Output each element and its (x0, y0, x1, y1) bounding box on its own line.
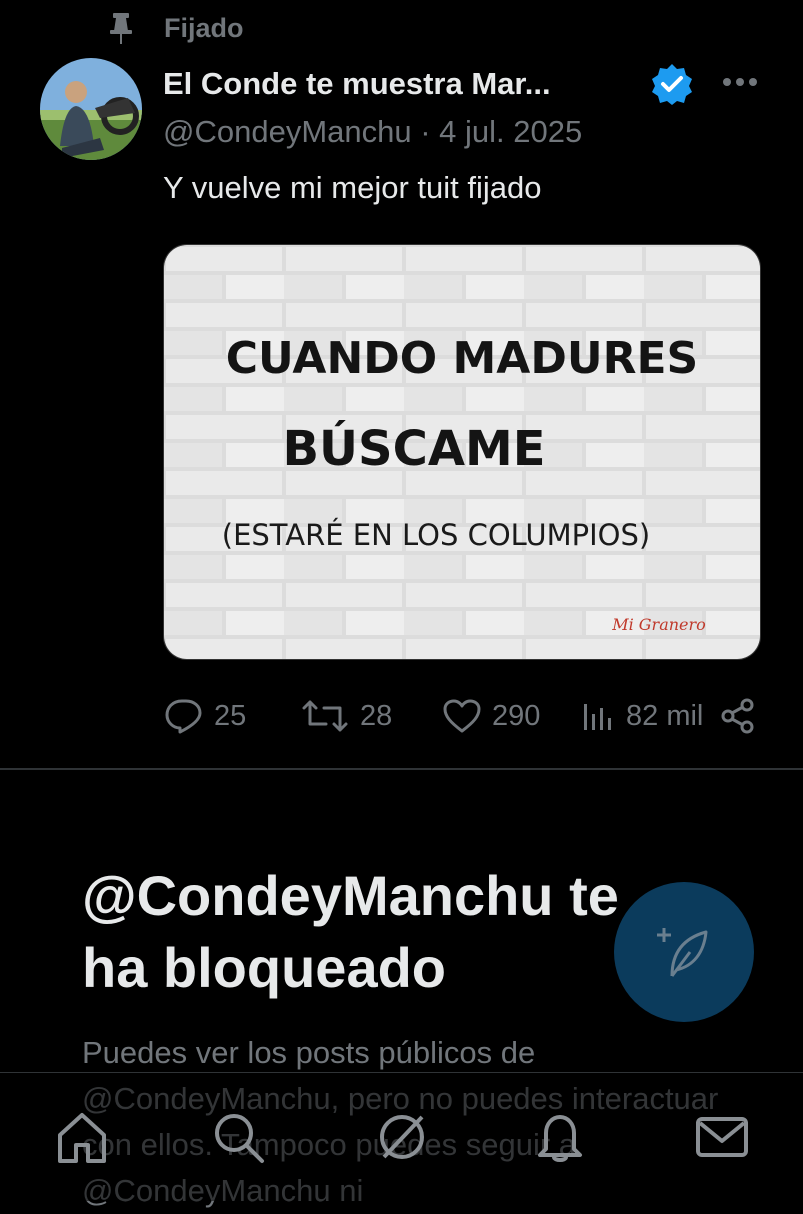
messages-icon[interactable] (692, 1107, 752, 1167)
views-icon (584, 704, 611, 730)
divider (0, 768, 803, 770)
tweet-text: Y vuelve mi mejor tuit fijado (163, 170, 542, 205)
like-count: 290 (492, 699, 541, 732)
media-line-1: CUANDO MADURES (226, 333, 699, 384)
repost-count: 28 (360, 699, 393, 732)
heart-icon (443, 699, 481, 733)
media-line-2: BÚSCAME (282, 420, 545, 477)
media-line-3: (ESTARÉ EN LOS COLUMPIOS) (222, 518, 650, 552)
notifications-icon[interactable] (530, 1107, 590, 1167)
pin-icon (106, 10, 136, 46)
author-avatar[interactable] (40, 58, 142, 160)
pinned-label: Fijado (164, 13, 244, 43)
author-name[interactable]: El Conde te muestra Mar... (163, 66, 551, 102)
views-count: 82 mil (626, 699, 704, 732)
repost-icon (302, 700, 348, 732)
search-icon[interactable] (208, 1107, 268, 1167)
reply-button[interactable]: 25 (164, 690, 246, 742)
media-signature: Mi Granero (611, 615, 706, 634)
compose-feather-icon (657, 928, 708, 977)
home-icon[interactable] (52, 1107, 112, 1167)
compose-button[interactable] (614, 882, 754, 1022)
share-icon (721, 698, 754, 734)
share-button[interactable] (720, 690, 756, 742)
bottom-navigation (0, 1072, 803, 1201)
more-options-icon[interactable] (718, 64, 762, 100)
tweet-image[interactable]: CUANDO MADURES BÚSCAME (ESTARÉ EN LOS CO… (163, 244, 761, 660)
reply-count: 25 (214, 699, 247, 732)
blocked-title: @CondeyManchu te ha bloqueado (82, 864, 619, 999)
like-button[interactable]: 290 (442, 690, 540, 742)
views-button[interactable]: 82 mil (580, 690, 703, 742)
author-handle-date[interactable]: @CondeyManchu · 4 jul. 2025 (163, 114, 582, 150)
verified-badge-icon (650, 62, 694, 106)
grok-icon[interactable] (372, 1107, 432, 1167)
pinned-indicator: Fijado (106, 10, 244, 46)
tweet-actions: 25 28 290 82 mil (0, 690, 803, 742)
repost-button[interactable]: 28 (300, 690, 392, 742)
reply-icon (165, 699, 202, 734)
